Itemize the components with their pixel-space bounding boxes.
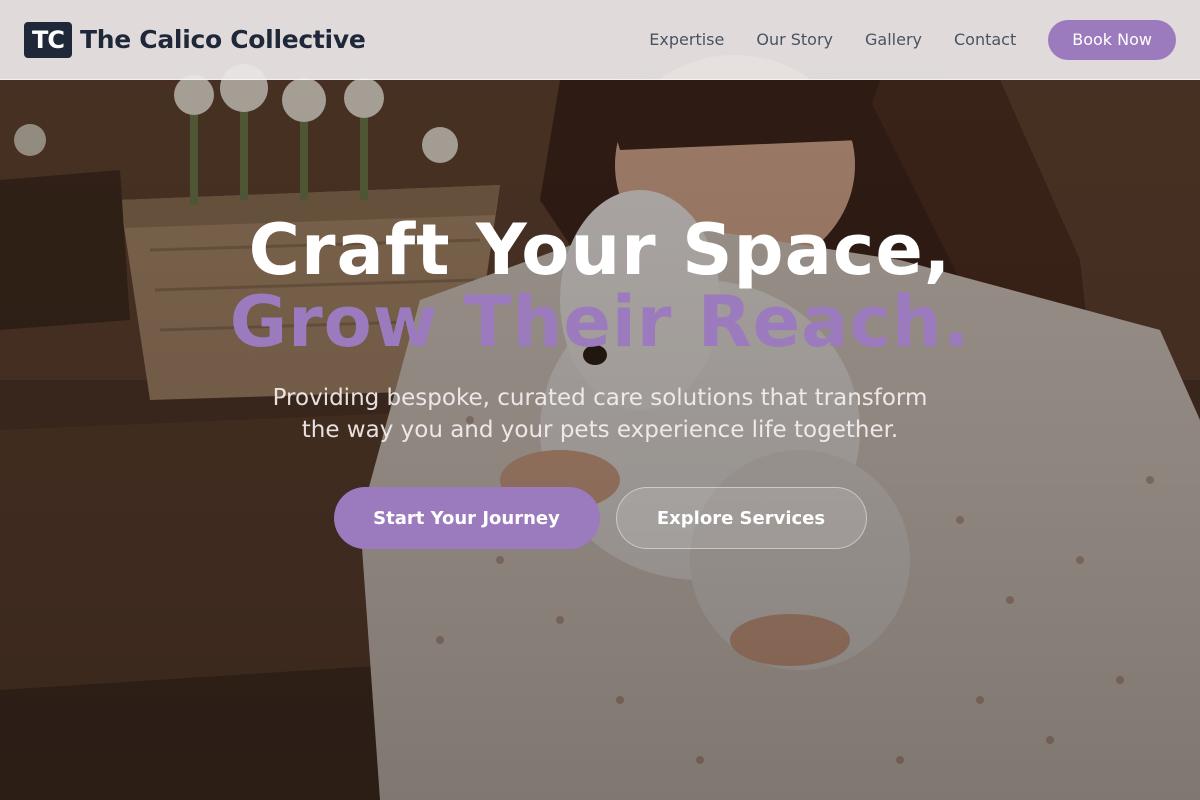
nav-link-expertise[interactable]: Expertise	[649, 30, 724, 49]
explore-services-button[interactable]: Explore Services	[615, 487, 867, 549]
main-nav: Expertise Our Story Gallery Contact Book…	[649, 19, 1176, 60]
headline-line-1: Craft Your Space,	[248, 209, 952, 291]
nav-link-contact[interactable]: Contact	[954, 30, 1016, 49]
start-journey-button[interactable]: Start Your Journey	[333, 487, 600, 549]
site-header: TC The Calico Collective Expertise Our S…	[0, 0, 1200, 80]
nav-link-gallery[interactable]: Gallery	[865, 30, 922, 49]
logo-mark[interactable]: TC	[24, 21, 72, 58]
landing-page: TC The Calico Collective Expertise Our S…	[0, 0, 1200, 800]
hero-cta-row: Start Your Journey Explore Services	[0, 487, 1200, 549]
brand-name[interactable]: The Calico Collective	[80, 25, 366, 54]
brand[interactable]: TC The Calico Collective	[24, 21, 366, 58]
hero-subtext: Providing bespoke, curated care solution…	[272, 385, 928, 443]
book-now-button[interactable]: Book Now	[1048, 19, 1176, 60]
nav-link-our-story[interactable]: Our Story	[756, 30, 833, 49]
hero-section: Craft Your Space, Grow Their Reach. Prov…	[0, 80, 1200, 549]
headline-line-2: Grow Their Reach.	[229, 281, 971, 363]
hero-headline: Craft Your Space, Grow Their Reach.	[0, 214, 1200, 358]
